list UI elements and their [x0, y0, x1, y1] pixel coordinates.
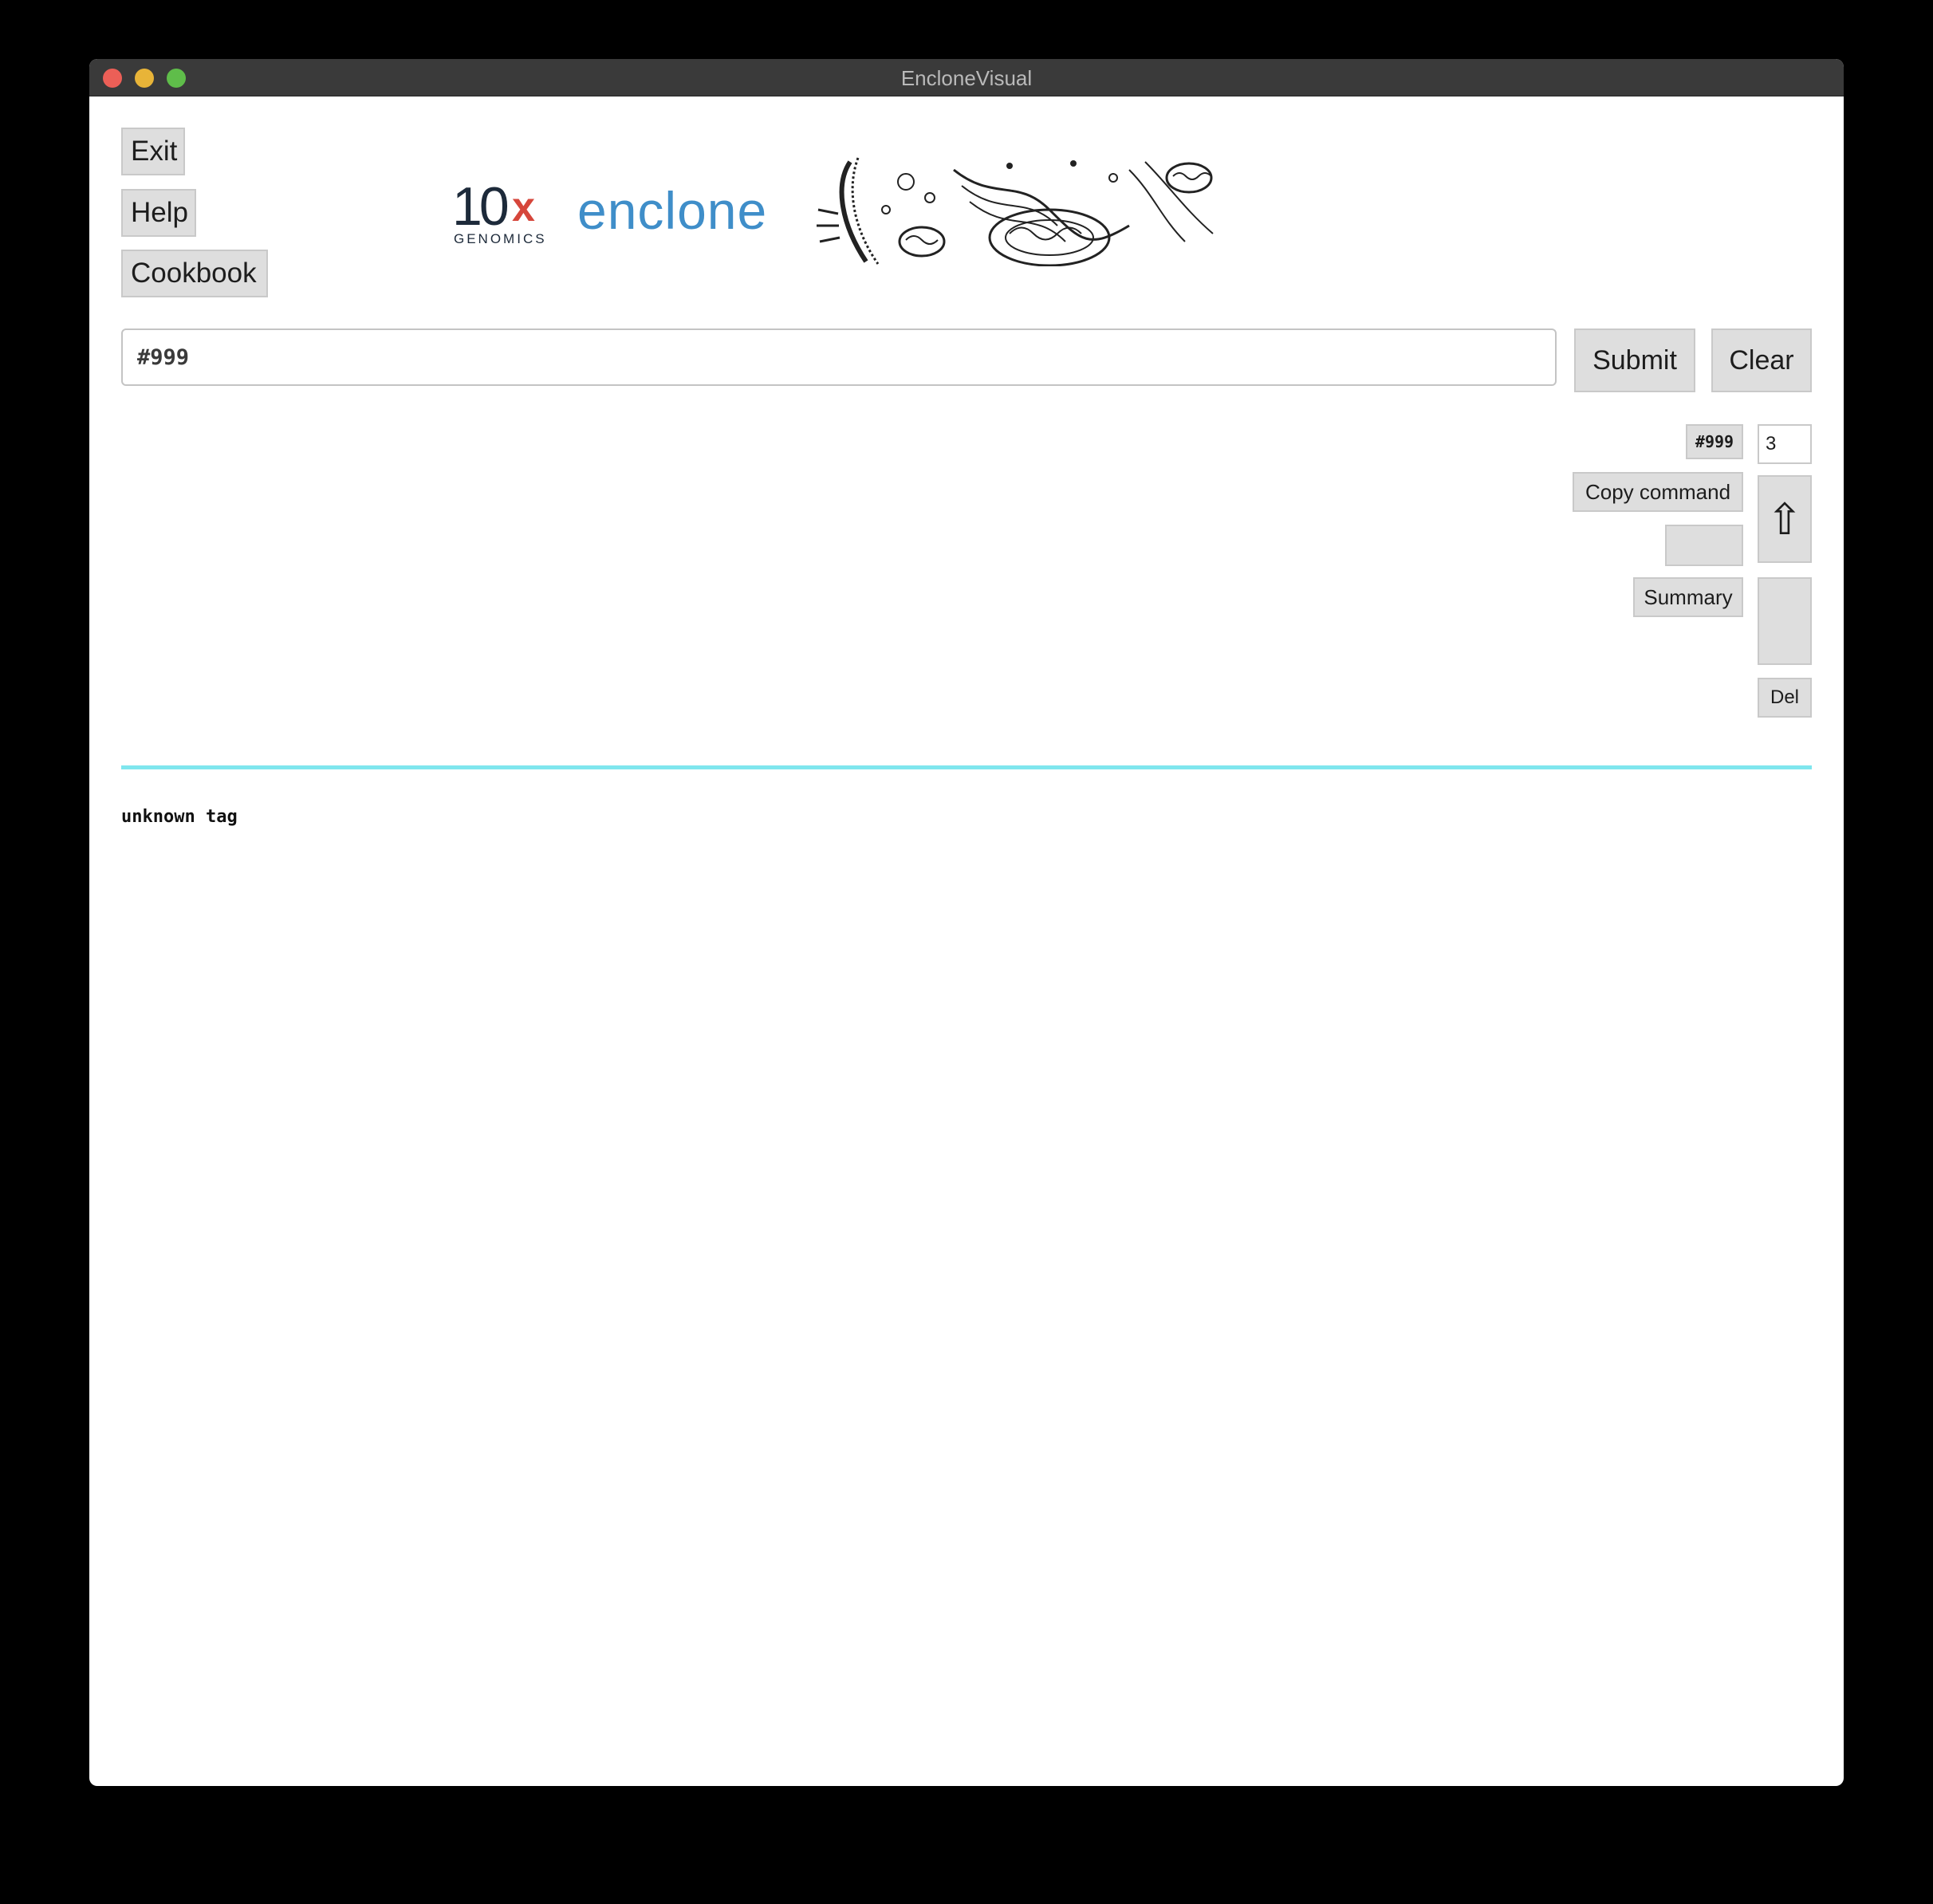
- clear-button[interactable]: Clear: [1711, 328, 1812, 392]
- delete-button[interactable]: Del: [1758, 678, 1812, 718]
- submit-button[interactable]: Submit: [1574, 328, 1695, 392]
- 10x-genomics-logo: 10 x GENOMICS: [452, 175, 552, 247]
- command-input[interactable]: #999: [121, 328, 1557, 386]
- copy-command-button[interactable]: Copy command: [1573, 472, 1743, 512]
- history-up-button[interactable]: ⇧: [1758, 475, 1812, 563]
- 10x-logo-x: x: [512, 184, 535, 230]
- history-index[interactable]: 3: [1758, 424, 1812, 464]
- help-button[interactable]: Help: [121, 189, 196, 237]
- up-arrow-icon: ⇧: [1766, 495, 1803, 544]
- 10x-logo-subtitle: GENOMICS: [454, 231, 547, 246]
- output-text: unknown tag: [121, 807, 238, 827]
- window-title: EncloneVisual: [900, 66, 1033, 90]
- 10x-logo-number: 10: [452, 176, 510, 237]
- cookbook-button[interactable]: Cookbook: [121, 250, 268, 297]
- history-tag: #999: [1686, 424, 1743, 459]
- app-window: EncloneVisual Exit Help Cookbook 10 x GE…: [89, 59, 1844, 1786]
- history-down-button[interactable]: [1758, 577, 1812, 665]
- summary-button[interactable]: Summary: [1633, 577, 1743, 617]
- exit-button[interactable]: Exit: [121, 128, 185, 175]
- title-bar: EncloneVisual: [89, 59, 1844, 96]
- enclone-logo: enclone: [577, 181, 768, 240]
- cell-illustration-icon: [817, 157, 1214, 266]
- divider: [121, 765, 1812, 769]
- blank-button[interactable]: [1665, 525, 1743, 566]
